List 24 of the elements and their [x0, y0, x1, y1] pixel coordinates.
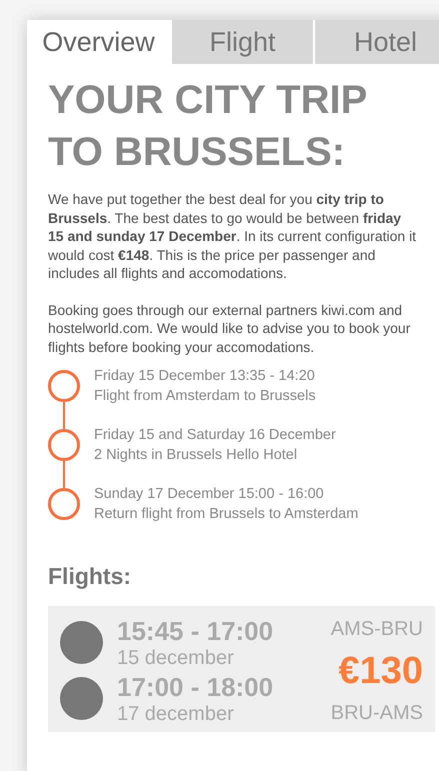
timeline-date: Friday 15 and Saturday 16 December — [94, 426, 336, 445]
description-paragraph: We have put together the best deal for you city trip to Brussels. The best dates to go would be between friday 15 and sunday 17 December. In its current configuration it would cost €148. This is the price per passenger and includes all flights and accomodations. — [48, 190, 418, 282]
flight-option-card[interactable]: 15:45 - 17:00 15 december 17:00 - 18:00 17 december AMS-BRU €130 BRU-AMS — [48, 606, 435, 732]
flights-heading: Flights: — [48, 562, 132, 591]
flight-time: 15:45 - 17:00 — [117, 616, 274, 646]
timeline-date: Friday 15 December 13:35 - 14:20 — [94, 367, 316, 386]
description-paragraph: Booking goes through our external partners kiwi.com and hostelworld.com. We would like to advise you to book your flights before booking your accomodations. — [48, 300, 412, 356]
flight-route: BRU-AMS — [330, 700, 423, 726]
timeline-date: Sunday 17 December 15:00 - 16:00 — [94, 485, 325, 504]
tab[interactable]: Overview — [27, 20, 170, 64]
flight-date: 17 december — [117, 702, 235, 726]
airline-logo-icon — [60, 621, 103, 664]
timeline-description: Return flight from Brussels to Amsterdam — [94, 505, 358, 524]
flight-time: 17:00 - 18:00 — [117, 672, 274, 702]
timeline-description: 2 Nights in Brussels Hello Hotel — [94, 446, 298, 465]
page-title: YOUR CITY TRIP TO BRUSSELS: — [48, 77, 368, 176]
tab[interactable]: Flight — [170, 20, 313, 64]
flight-price: €130 — [338, 650, 423, 692]
timeline-description: Flight from Amsterdam to Brussels — [94, 387, 316, 406]
timeline-node-icon — [48, 488, 80, 520]
airline-logo-icon — [60, 677, 103, 720]
flight-route: AMS-BRU — [330, 616, 423, 642]
tab[interactable]: Hotel — [313, 20, 439, 64]
flight-date: 15 december — [117, 646, 235, 670]
